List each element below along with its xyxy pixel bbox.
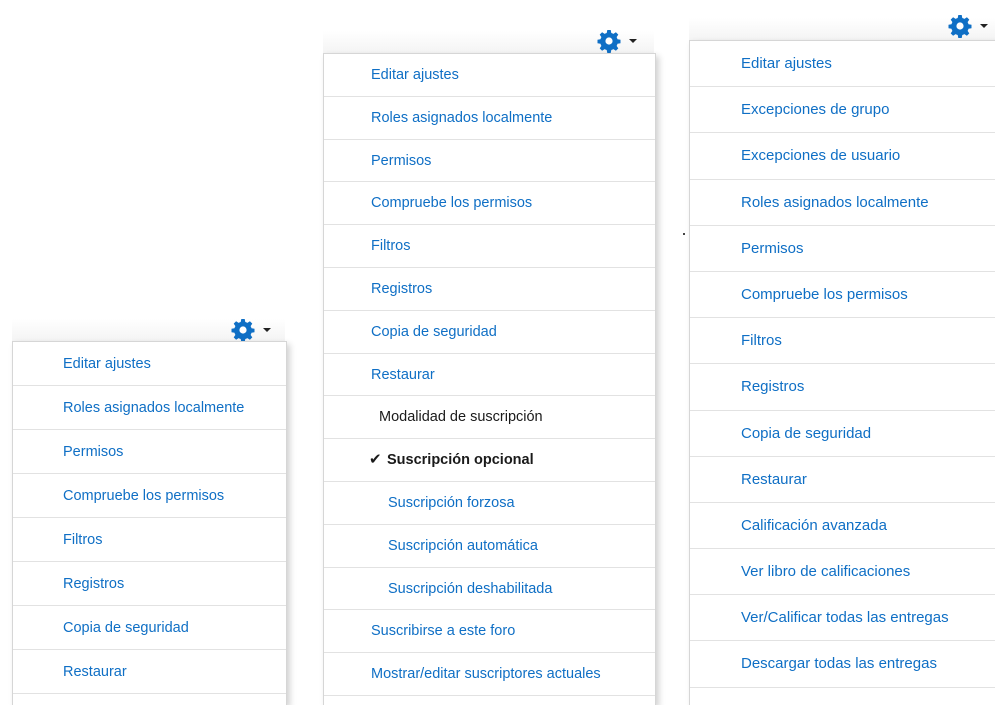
menu-item-permisos[interactable]: Permisos	[690, 226, 995, 272]
subscription-mode-header: Modalidad de suscripción	[324, 396, 655, 440]
actions-menu-toggle-1[interactable]	[231, 318, 271, 342]
menu-item-editar-ajustes[interactable]: Editar ajustes	[690, 41, 995, 88]
menu-item-suscribirse-foro[interactable]: Suscribirse a este foro	[324, 610, 655, 654]
caret-down-icon	[263, 328, 271, 332]
actions-menu-toggle-2[interactable]	[597, 29, 637, 53]
menu-item-copia-seguridad[interactable]: Copia de seguridad	[324, 311, 655, 354]
menu-item-mostrar-suscriptores[interactable]: Mostrar/editar suscriptores actuales	[324, 653, 655, 696]
stray-dot	[683, 233, 685, 235]
menu-item-editar-ajustes[interactable]: Editar ajustes	[324, 54, 655, 97]
subscription-option-deshabilitada[interactable]: Suscripción deshabilitada	[324, 568, 655, 611]
gear-icon	[597, 30, 621, 53]
menu-item-calificacion-avanzada[interactable]: Calificación avanzada	[690, 503, 995, 550]
caret-down-icon	[629, 39, 637, 43]
caret-down-icon	[980, 24, 988, 28]
menu-item-filtros[interactable]: Filtros	[324, 225, 655, 268]
menu-item-compruebe-permisos[interactable]: Compruebe los permisos	[13, 474, 286, 518]
menu-item-excepciones-grupo[interactable]: Excepciones de grupo	[690, 87, 995, 134]
menu-item-calificar-entregas[interactable]: Ver/Calificar todas las entregas	[690, 595, 995, 642]
menu-item-copia-seguridad[interactable]: Copia de seguridad	[13, 606, 286, 650]
menu-item-roles-asignados[interactable]: Roles asignados localmente	[13, 386, 286, 430]
gear-icon	[231, 319, 255, 342]
menu-item-editar-ajustes[interactable]: Editar ajustes	[13, 342, 286, 386]
menu-item-ver-libro-calificaciones[interactable]: Ver libro de calificaciones	[690, 549, 995, 596]
actions-menu-toggle-3[interactable]	[948, 14, 988, 38]
menu-item-excepciones-usuario[interactable]: Excepciones de usuario	[690, 133, 995, 180]
menu-item-filtros[interactable]: Filtros	[690, 318, 995, 365]
menu-item-descargar-entregas[interactable]: Descargar todas las entregas	[690, 641, 995, 688]
actions-menu-2: Editar ajustes Roles asignados localment…	[323, 53, 656, 705]
check-icon: ✔	[369, 451, 382, 469]
menu-item-compruebe-permisos[interactable]: Compruebe los permisos	[324, 182, 655, 226]
menu-item-copia-seguridad[interactable]: Copia de seguridad	[690, 411, 995, 457]
menu-item-roles-asignados[interactable]: Roles asignados localmente	[324, 97, 655, 140]
menu-item-registros[interactable]: Registros	[13, 562, 286, 606]
menu-item-permisos[interactable]: Permisos	[324, 140, 655, 183]
menu-item-restaurar[interactable]: Restaurar	[690, 457, 995, 503]
menu-item-roles-asignados[interactable]: Roles asignados localmente	[690, 180, 995, 226]
gear-icon	[948, 15, 972, 38]
menu-item-compruebe-permisos[interactable]: Compruebe los permisos	[690, 272, 995, 319]
menu-item-registros[interactable]: Registros	[324, 268, 655, 311]
menu-item-filtros[interactable]: Filtros	[13, 518, 286, 562]
subscription-option-automatica[interactable]: Suscripción automática	[324, 525, 655, 568]
menu-item-permisos[interactable]: Permisos	[13, 430, 286, 474]
menu-item-restaurar[interactable]: Restaurar	[13, 650, 286, 694]
subscription-option-forzosa[interactable]: Suscripción forzosa	[324, 482, 655, 525]
subscription-option-label: Suscripción opcional	[387, 452, 534, 469]
actions-menu-1: Editar ajustes Roles asignados localment…	[12, 341, 287, 705]
actions-menu-3: Editar ajustes Excepciones de grupo Exce…	[689, 40, 995, 705]
subscription-option-opcional[interactable]: ✔ Suscripción opcional	[324, 439, 655, 482]
menu-item-registros[interactable]: Registros	[690, 364, 995, 411]
menu-item-restaurar[interactable]: Restaurar	[324, 354, 655, 397]
